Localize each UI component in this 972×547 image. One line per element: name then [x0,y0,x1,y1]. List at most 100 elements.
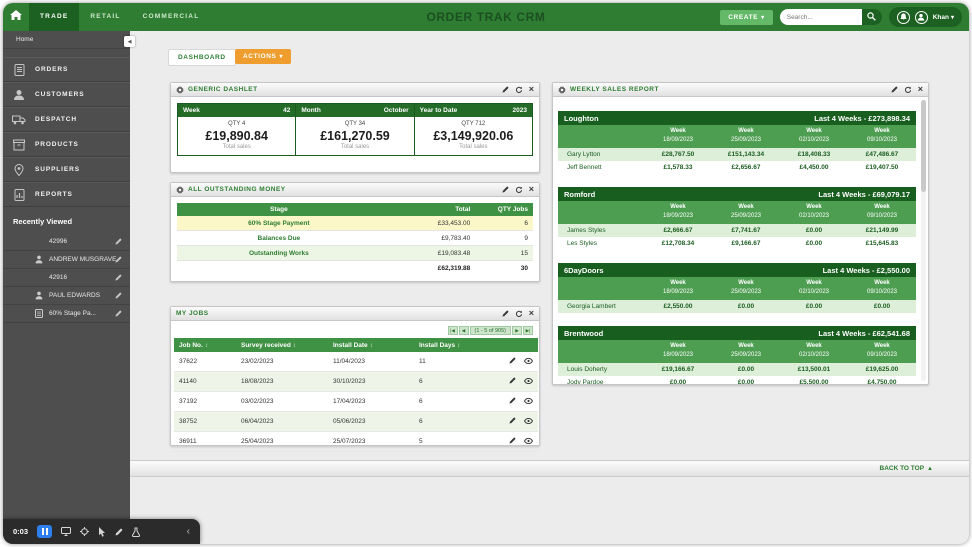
table-row[interactable]: 60% Stage Payment £33,453.00 6 [177,216,533,231]
column-header-job-no[interactable]: Job No. ↕ [174,338,236,352]
tab-retail[interactable]: RETAIL [79,3,131,31]
pencil-icon[interactable] [509,417,516,424]
table-row[interactable]: 38752 06/04/2023 05/06/2023 6 [174,411,538,432]
table-row[interactable]: 37192 03/02/2023 17/04/2023 6 [174,391,538,412]
user-menu[interactable]: Khan ▾ [933,14,954,21]
close-icon[interactable]: × [529,85,534,94]
pagination-last-button[interactable]: ▶| [523,326,533,335]
salesperson-row: Jody Pardoe £0.00 £0.00 £5,500.00 £4,750… [558,376,916,384]
sidebar-item-suppliers[interactable]: SUPPLIERS [3,157,130,182]
panel-tools: × [891,85,923,94]
eye-icon[interactable] [524,378,533,384]
generic-dashlet-body: Week 42 Month October Year to Date 2023 … [171,97,539,162]
stage-cell[interactable]: Balances Due [177,230,381,246]
pencil-icon[interactable] [115,238,122,245]
total-cell: £9,783.40 [380,230,476,246]
pencil-icon[interactable] [115,292,122,299]
actions-button[interactable]: ACTIONS ▾ [235,49,292,64]
scrollbar-track[interactable] [921,100,926,381]
salesperson-row: Georgia Lambert £2,550.00 £0.00 £0.00 £0… [558,300,916,313]
refresh-icon[interactable] [515,86,523,94]
stage-cell[interactable]: Outstanding Works [177,245,381,261]
pencil-icon[interactable] [502,186,509,193]
recent-item-42916[interactable]: 42916 [3,269,130,287]
recent-item-paul-edwards[interactable]: PAUL EDWARDS [3,287,130,305]
search-button[interactable] [861,9,882,25]
gear-icon[interactable] [176,85,184,94]
pause-button[interactable] [37,525,53,538]
pencil-icon[interactable] [509,357,516,364]
scrollbar-thumb[interactable] [921,100,926,192]
sidebar-collapse-button[interactable]: ◀ [124,36,135,47]
monitor-icon[interactable] [61,527,72,536]
tab-trade[interactable]: TRADE [29,3,80,31]
sidebar-item-home[interactable]: Home [3,31,130,49]
refresh-icon[interactable] [904,86,912,94]
refresh-icon[interactable] [515,310,523,318]
recent-item-42996[interactable]: 42996 [3,233,130,251]
branch-header: Loughton Last 4 Weeks - £273,898.34 [558,111,916,125]
sidebar-item-customers[interactable]: CUSTOMERS [3,82,130,107]
pencil-icon[interactable] [509,437,516,444]
pencil-icon[interactable] [115,256,122,263]
branch-header: Brentwood Last 4 Weeks - £62,541.68 [558,326,916,340]
pagination-next-button[interactable]: ▶ [512,326,522,335]
pencil-icon[interactable] [509,397,516,404]
pencil-icon[interactable] [509,377,516,384]
column-header-survey-received[interactable]: Survey received ↕ [236,338,328,352]
sidebar-item-products[interactable]: PRODUCTS [3,132,130,157]
pencil-icon[interactable] [115,528,123,536]
dashboard-button[interactable]: DASHBOARD [168,49,236,66]
flask-icon[interactable] [132,527,141,537]
table-row[interactable]: Balances Due £9,783.40 9 [177,230,533,246]
close-icon[interactable]: × [529,185,534,194]
recent-item-andrew-musgrave[interactable]: ANDREW MUSGRAVE [3,251,130,269]
outstanding-money-body: Stage Total QTY Jobs 60% Stage Payment £… [171,197,539,281]
job-no-cell: 38752 [174,411,236,432]
cursor-icon[interactable] [98,526,106,537]
sort-icon[interactable]: ↕ [457,343,460,349]
pencil-icon[interactable] [502,310,509,317]
notifications-button[interactable] [896,10,910,24]
gear-icon[interactable] [558,85,566,94]
table-header-row: Job No. ↕ Survey received ↕ Install Date ↕ … [174,338,538,352]
pencil-icon[interactable] [891,86,898,93]
tab-commercial[interactable]: COMMERCIAL [132,3,211,31]
user-icon [917,8,925,26]
refresh-icon[interactable] [515,186,523,194]
eye-icon[interactable] [524,358,533,364]
pencil-icon[interactable] [115,274,122,281]
sort-icon[interactable]: ↕ [370,343,373,349]
target-icon[interactable] [80,527,90,536]
sidebar: Home ORDERS CUSTOMERS DESPATCH PRODUCTS … [3,31,130,544]
sidebar-item-despatch[interactable]: DESPATCH [3,107,130,132]
column-header-install-date[interactable]: Install Date ↕ [328,338,414,352]
table-row[interactable]: 36911 25/04/2023 25/07/2023 5 [174,431,538,452]
sort-icon[interactable]: ↕ [205,343,208,349]
pencil-icon[interactable] [502,86,509,93]
sidebar-item-reports[interactable]: REPORTS [3,182,130,207]
table-row[interactable]: 41140 18/08/2023 30/10/2023 6 [174,371,538,392]
chevron-left-icon[interactable]: ‹ [187,526,190,537]
gear-icon[interactable] [176,185,184,194]
close-icon[interactable]: × [918,85,923,94]
create-button[interactable]: CREATE ▾ [720,9,773,25]
search-input[interactable] [779,9,862,25]
eye-icon[interactable] [524,438,533,444]
recent-item-60-stage[interactable]: 60% Stage Pa... [3,305,130,323]
close-icon[interactable]: × [529,309,534,318]
column-header-install-days[interactable]: Install Days ↕ [414,338,480,352]
back-to-top-button[interactable]: BACK TO TOP ▲ [880,465,934,472]
sort-icon[interactable]: ↕ [293,343,296,349]
home-button[interactable] [3,3,29,31]
user-avatar-button[interactable] [914,8,928,26]
sidebar-item-orders[interactable]: ORDERS [3,57,130,82]
eye-icon[interactable] [524,418,533,424]
eye-icon[interactable] [524,398,533,404]
pagination-prev-button[interactable]: ◀ [458,326,469,335]
table-row[interactable]: 37622 23/02/2023 11/04/2023 11 [174,352,538,372]
pencil-icon[interactable] [115,310,122,317]
stage-cell[interactable]: 60% Stage Payment [177,216,381,231]
table-row[interactable]: Outstanding Works £19,083.48 15 [177,245,533,261]
pagination-first-button[interactable]: |◀ [447,326,458,335]
